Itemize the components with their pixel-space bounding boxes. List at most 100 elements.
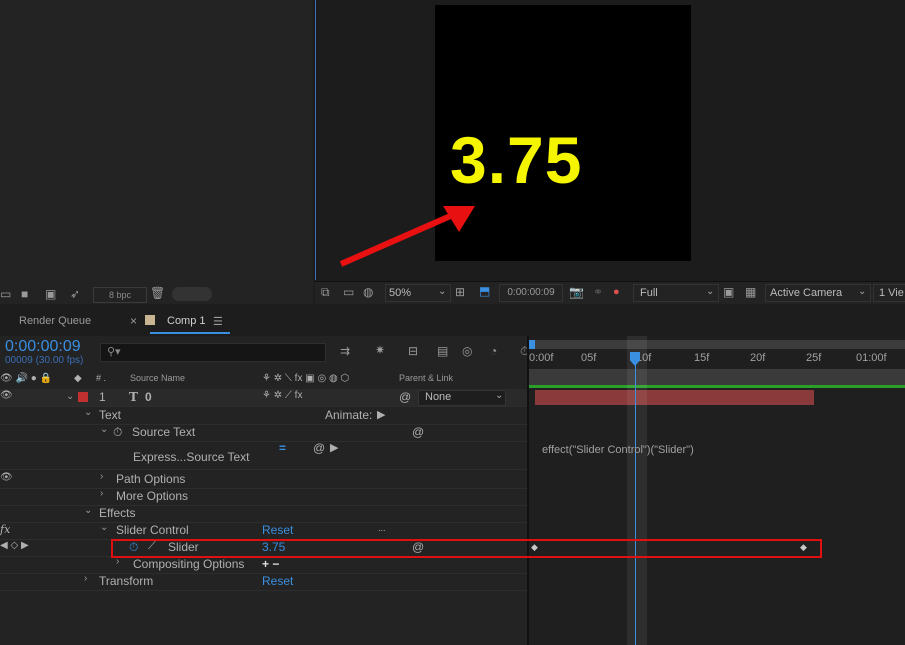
graph-editor-icon[interactable]: ◔ [490,345,497,357]
keyframe-navigator-icons[interactable]: ◀ ◇ ▶ [0,540,29,551]
current-time-display[interactable]: 0:00:00:09 [5,338,81,356]
chevron-down-icon: ⌄ [858,286,867,297]
close-icon[interactable]: × [130,314,137,328]
eye-icon[interactable]: 👁 [0,390,13,401]
fast-previews-icon[interactable]: ▣ [723,286,734,298]
source-text-row[interactable]: ⌄ ⏱ Source Text @ [0,424,527,442]
layer-switch-icons[interactable]: ⚘ ✲ ⟋ fx [262,390,302,401]
compositing-options-row[interactable]: › Compositing Options + − [0,556,527,574]
animate-label: Animate: [325,408,373,422]
safe-zones-icon[interactable]: ⊞ [455,286,465,298]
parent-value: None [425,391,452,403]
switches-header-icons: ⚘ ✲ ⟍ fx ▣ ◎ ◍ ⬡ [262,373,350,384]
chevron-down-icon[interactable]: ⌄ [66,391,74,402]
text-group-label: Text [99,408,122,422]
pick-whip-icon[interactable]: @ [399,390,411,404]
expression-graph-icon[interactable]: @ [313,441,325,455]
camera-dropdown[interactable]: Active Camera ⌄ [765,284,871,302]
effects-row[interactable]: ⌄ Effects [0,505,527,523]
interpret-footage-icon[interactable]: ▭ [0,288,11,300]
transform-row[interactable]: › Transform Reset [0,573,527,591]
transparency-grid-icon[interactable]: ▦ [745,286,756,298]
project-panel-toolbar: ▭ ■ ▣ ➶ 8 bpc 🗑 [0,284,313,304]
scroll-thumb[interactable] [172,287,212,301]
ruler-tick: 20f [750,352,766,364]
more-options-label: More Options [116,489,189,503]
slider-control-reset[interactable]: Reset [262,523,293,537]
search-icon: ⚲▾ [107,346,121,358]
new-folder-icon[interactable]: ■ [21,288,28,300]
parent-dropdown[interactable]: None ⌄ [418,390,506,406]
ruler-tick: 0:00f [529,352,554,364]
motion-blur-icon[interactable]: ◎ [462,345,472,357]
monitor-icon[interactable]: ▭ [343,286,354,298]
tab-comp-1[interactable]: Comp 1 [167,315,206,327]
new-composition-icon[interactable]: ▣ [45,288,56,300]
transform-reset[interactable]: Reset [262,574,293,588]
resolution-value: Full [640,287,658,299]
path-options-label: Path Options [116,472,186,486]
source-name-header[interactable]: Source Name [130,373,185,383]
text-group-row[interactable]: ⌄ Text Animate: ▶ [0,407,527,425]
slider-control-row[interactable]: fx ⌄ Slider Control Reset ... [0,522,527,540]
mask-visibility-icon[interactable]: ◍ [363,286,373,298]
chevron-right-icon[interactable]: › [100,471,103,482]
layer-row[interactable]: 👁 ⌄ 1 T 0 ⚘ ✲ ⟋ fx @ None ⌄ [0,389,527,407]
ruler-tick: 05f [581,352,597,364]
fx-toggle[interactable]: fx [0,523,10,536]
pick-whip-icon[interactable]: @ [412,425,424,439]
expression-enable-icon[interactable]: = [279,441,286,455]
expression-text[interactable]: effect("Slider Control")("Slider") [542,444,694,456]
expression-row[interactable]: Express...Source Text = @ ▶ [0,441,527,470]
current-time-indicator[interactable] [635,356,636,645]
render-icon[interactable]: ➶ [70,288,80,300]
resolution-dropdown[interactable]: Full ⌄ [633,284,719,302]
layer-search-input[interactable]: ⚲▾ [100,343,326,362]
effects-label: Effects [99,506,136,520]
draft-3d-icon[interactable]: ✷ [375,344,385,356]
viewer-timecode[interactable]: 0:00:00:09 [499,284,563,302]
chevron-down-icon[interactable]: ⌄ [100,424,108,435]
region-of-interest-icon[interactable]: ⬒ [479,285,490,297]
layer-name[interactable]: 0 [145,390,152,404]
path-options-row[interactable]: 👁 › Path Options [0,471,527,489]
shy-layers-icon[interactable]: ⊟ [408,345,418,357]
slider-control-options[interactable]: ... [378,523,386,533]
panel-tabs: Render Queue × Comp 1 ☰ [0,310,905,334]
show-snapshot-icon[interactable]: ⚭ [593,286,603,298]
av-switch-icons: 👁 🔊 ● 🔒 [0,373,52,384]
transform-label: Transform [99,574,154,588]
chevron-down-icon[interactable]: ⌄ [84,407,92,418]
color-channels-icon[interactable]: ● [613,286,620,298]
bit-depth-button[interactable]: 8 bpc [93,287,147,303]
always-preview-icon[interactable]: ⧉ [321,286,330,298]
chevron-right-icon[interactable]: › [100,488,103,499]
expression-language-menu-icon[interactable]: ▶ [330,441,338,454]
chevron-right-icon[interactable]: › [84,573,87,584]
ruler-tick: 15f [694,352,710,364]
annotation-arrow [339,206,475,267]
more-options-row[interactable]: › More Options [0,488,527,506]
views-value: 1 Vie [879,287,904,299]
camera-value: Active Camera [770,287,843,299]
animate-menu-icon[interactable]: ▶ [377,408,385,421]
compositing-options-label: Compositing Options [133,557,245,571]
eye-icon[interactable]: 👁 [0,472,13,483]
zoom-dropdown[interactable]: 50% ⌄ [385,284,451,302]
layer-label-color[interactable] [78,392,88,402]
add-remove-mask-buttons[interactable]: + − [262,557,279,571]
work-area-start-handle[interactable] [529,340,535,349]
stopwatch-icon[interactable]: ⏱ [113,425,122,440]
trash-icon[interactable]: 🗑 [150,287,165,299]
parent-link-header[interactable]: Parent & Link [399,373,453,383]
chevron-down-icon[interactable]: ⌄ [100,522,108,533]
views-dropdown[interactable]: 1 Vie [873,284,905,302]
chevron-down-icon[interactable]: ⌄ [84,505,92,516]
work-area-bar[interactable] [529,340,905,349]
panel-menu-icon[interactable]: ☰ [213,315,223,328]
layer-duration-bar[interactable] [535,390,814,405]
tab-render-queue[interactable]: Render Queue [19,315,91,327]
comp-mini-flowchart-icon[interactable]: ⇉ [340,345,350,357]
frame-blending-icon[interactable]: ▤ [437,345,448,357]
camera-snapshot-icon[interactable]: 📷 [569,286,584,298]
